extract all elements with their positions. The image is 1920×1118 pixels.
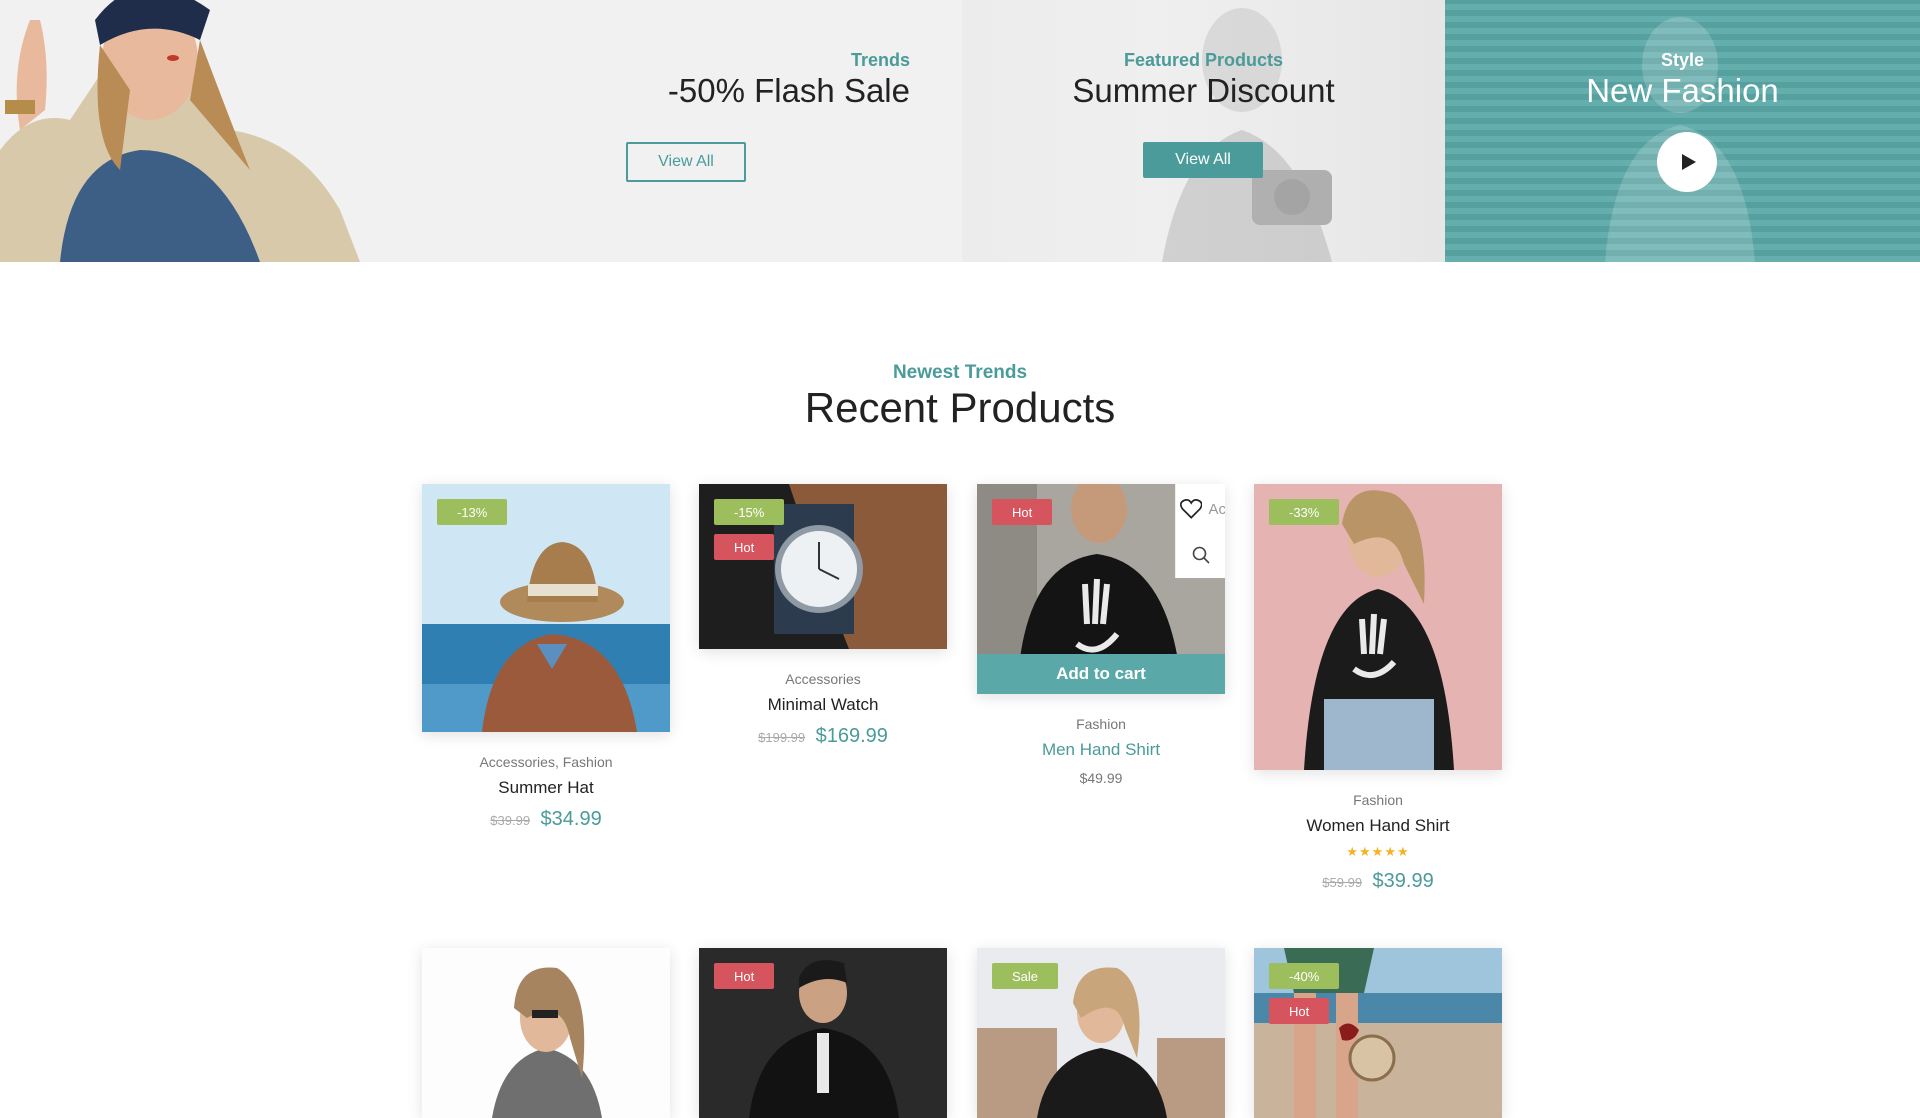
hot-badge: Hot [714, 534, 775, 560]
sale-price: $169.99 [815, 725, 888, 747]
product-price: $39.99 $34.99 [422, 808, 670, 831]
product-name[interactable]: Summer Hat [422, 778, 670, 798]
search-icon [1192, 546, 1210, 564]
product-name[interactable]: Minimal Watch [699, 695, 947, 715]
banner-flash-sale[interactable]: Trends -50% Flash Sale View All [0, 0, 962, 262]
product-card[interactable]: -33% Fashion Women Hand Shirt ★★★★★ $59.… [1254, 484, 1502, 893]
product-card[interactable] [422, 948, 670, 1118]
banner-title: -50% Flash Sale [667, 72, 910, 109]
product-price: $49.99 [977, 770, 1225, 788]
product-category[interactable]: Fashion [977, 716, 1225, 732]
section-subtitle: Newest Trends [892, 362, 1028, 383]
banner-summer-discount[interactable]: Featured Products Summer Discount View A… [962, 0, 1445, 262]
section-title: Recent Products [804, 384, 1116, 431]
old-price: $39.99 [490, 813, 531, 828]
woman-sunglasses-photo [422, 948, 670, 1118]
product-image[interactable]: -40% Hot [1254, 948, 1502, 1118]
product-card[interactable]: Sale [977, 948, 1225, 1118]
product-name[interactable]: Men Hand Shirt [977, 740, 1225, 760]
quick-view[interactable] [1176, 532, 1225, 578]
product-card[interactable]: Hot Ac Add to cart Fashion Men Hand Shir… [977, 484, 1225, 788]
product-card[interactable]: -40% Hot [1254, 948, 1502, 1118]
product-price: $199.99 $169.99 [699, 725, 947, 748]
product-price: $59.99 $39.99 [1254, 870, 1502, 893]
hot-badge: Hot [714, 963, 775, 989]
product-image[interactable]: Hot Ac Add to cart [977, 484, 1225, 694]
banner-subtitle: Trends [850, 50, 910, 70]
discount-badge: -13% [437, 499, 508, 525]
heart-icon [1180, 499, 1203, 519]
discount-badge: -15% [714, 499, 785, 525]
price: $49.99 [1079, 770, 1123, 786]
product-image[interactable]: -33% [1254, 484, 1502, 770]
discount-badge: -40% [1269, 963, 1340, 989]
banner-title: Summer Discount [1072, 72, 1335, 109]
product-image[interactable]: -13% [422, 484, 670, 732]
quick-actions: Ac [1175, 484, 1225, 578]
promo-banners: Trends -50% Flash Sale View All Featured… [0, 0, 1920, 262]
play-video-button[interactable] [1657, 132, 1717, 192]
add-to-cart-button[interactable]: Add to cart [977, 654, 1225, 694]
banner-camera-image [1162, 8, 1332, 262]
discount-badge: -33% [1269, 499, 1340, 525]
banner-woman-image [0, 0, 360, 262]
product-card[interactable]: Hot [699, 948, 947, 1118]
banner-new-fashion[interactable]: Style New Fashion [1445, 0, 1920, 262]
product-image[interactable]: -15% Hot [699, 484, 947, 649]
banner-subtitle: Style [1660, 50, 1705, 70]
product-category[interactable]: Accessories [699, 671, 947, 687]
sale-price: $39.99 [1372, 870, 1434, 892]
banner-title: New Fashion [1586, 72, 1779, 109]
stripes-overlay [1445, 0, 1920, 262]
add-to-wishlist[interactable]: Ac [1176, 486, 1225, 532]
play-icon [1682, 154, 1696, 170]
product-image[interactable] [422, 948, 670, 1118]
rating-stars: ★★★★★ [1346, 844, 1410, 859]
view-all-button[interactable]: View All [1143, 142, 1263, 178]
product-image[interactable]: Sale [977, 948, 1225, 1118]
product-category[interactable]: Fashion [1254, 792, 1502, 808]
banner-subtitle: Featured Products [1123, 50, 1284, 70]
sale-badge: Sale [992, 963, 1059, 989]
product-card[interactable]: -15% Hot Accessories Minimal Watch $199.… [699, 484, 947, 748]
product-card[interactable]: -13% Accessories, Fashion Summer Hat $39… [422, 484, 670, 831]
sale-price: $34.99 [540, 808, 602, 830]
old-price: $59.99 [1322, 875, 1363, 890]
product-name[interactable]: Women Hand Shirt [1254, 816, 1502, 836]
women-shirt-photo [1254, 484, 1502, 770]
view-all-button[interactable]: View All [626, 142, 746, 182]
wishlist-label: Ac [1208, 500, 1225, 518]
hot-badge: Hot [1269, 998, 1330, 1024]
hot-badge: Hot [992, 499, 1053, 525]
old-price: $199.99 [758, 730, 806, 745]
product-image[interactable]: Hot [699, 948, 947, 1118]
product-category[interactable]: Accessories, Fashion [422, 754, 670, 770]
